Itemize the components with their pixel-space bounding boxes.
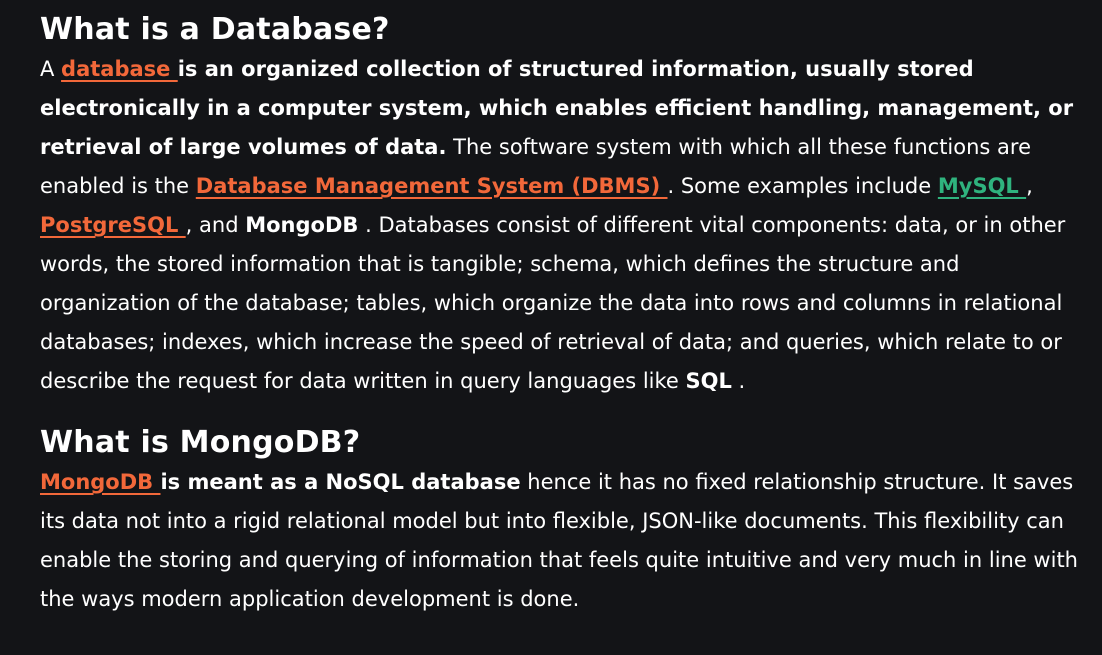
mongodb-paragraph: MongoDB is meant as a NoSQL database hen… xyxy=(40,463,1088,619)
text-segment: , xyxy=(1026,174,1033,198)
mongodb-link[interactable]: MongoDB xyxy=(40,470,160,494)
section-title-mongodb: What is MongoDB? xyxy=(40,425,361,460)
text-segment: . Some examples include xyxy=(667,174,938,198)
section-title-database: What is a Database? xyxy=(40,12,390,47)
text-segment: . Databases consist of different vital c… xyxy=(40,213,1066,393)
bold-nosql: is meant as a NoSQL database xyxy=(160,470,521,494)
database-link[interactable]: database xyxy=(61,57,178,81)
text-segment: A xyxy=(40,57,62,81)
article-content: What is a Database? A database is an org… xyxy=(0,0,1102,619)
dbms-link[interactable]: Database Management System (DBMS) xyxy=(196,174,668,198)
mysql-link[interactable]: MySQL xyxy=(938,174,1026,198)
text-segment: . xyxy=(738,369,746,393)
text-segment: , and xyxy=(185,213,246,237)
bold-sql: SQL xyxy=(685,369,732,393)
bold-mongodb: MongoDB xyxy=(245,213,359,237)
database-paragraph: A database is an organized collection of… xyxy=(40,50,1088,401)
postgresql-link[interactable]: PostgreSQL xyxy=(40,213,186,237)
